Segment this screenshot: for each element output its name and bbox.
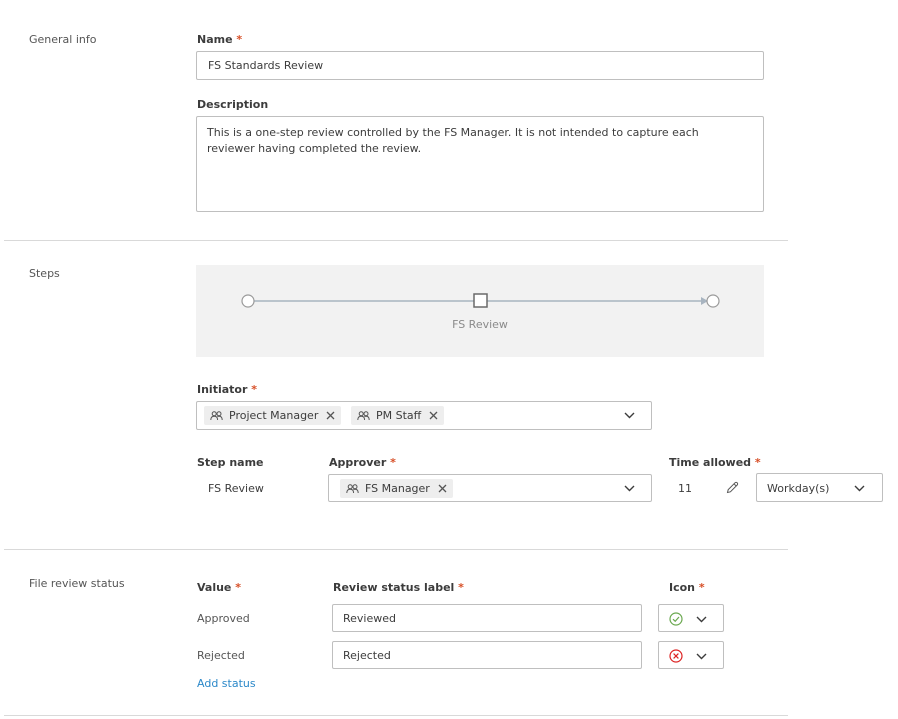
pencil-icon[interactable]	[726, 481, 739, 497]
group-icon	[357, 410, 370, 420]
steps-section-label: Steps	[29, 267, 60, 280]
name-input[interactable]: FS Standards Review	[196, 51, 764, 80]
status-label-input[interactable]: Reviewed	[332, 604, 642, 632]
diagram-step-label: FS Review	[452, 318, 508, 331]
add-status-link[interactable]: Add status	[197, 677, 256, 690]
general-info-section-label: General info	[29, 33, 97, 46]
diagram-end-node	[706, 294, 720, 308]
file-review-status-section-label: File review status	[29, 577, 125, 590]
time-unit-value: Workday(s)	[767, 482, 830, 495]
status-label-value: Rejected	[343, 649, 391, 662]
check-circle-icon	[669, 612, 683, 629]
diagram-start-node	[241, 294, 255, 308]
section-divider	[4, 240, 788, 241]
chevron-down-icon[interactable]	[696, 653, 707, 660]
group-icon	[210, 410, 223, 420]
review-status-label-header: Review status label *	[333, 581, 464, 594]
workflow-diagram-svg	[241, 293, 720, 308]
step-name-value: FS Review	[208, 482, 264, 495]
time-allowed-value: 11	[678, 482, 692, 495]
status-value-rejected: Rejected	[197, 649, 245, 662]
workflow-diagram: FS Review	[196, 265, 764, 357]
name-label: Name *	[197, 33, 243, 46]
value-header: Value *	[197, 581, 242, 594]
remove-chip-icon[interactable]	[326, 411, 335, 420]
initiator-chip: PM Staff	[351, 406, 445, 425]
time-allowed-header: Time allowed *	[669, 456, 761, 469]
chevron-down-icon[interactable]	[624, 485, 635, 492]
x-circle-icon	[669, 649, 683, 666]
name-input-value: FS Standards Review	[208, 59, 324, 72]
icon-header: Icon *	[669, 581, 705, 594]
status-label-input[interactable]: Rejected	[332, 641, 642, 669]
status-label-value: Reviewed	[343, 612, 396, 625]
diagram-step-node[interactable]	[473, 293, 488, 308]
initiator-select[interactable]: Project Manager PM Staff	[196, 401, 652, 430]
initiator-chip-label: Project Manager	[229, 409, 319, 422]
status-icon-select[interactable]	[658, 641, 724, 669]
step-name-header: Step name	[197, 456, 264, 469]
approver-select[interactable]: FS Manager	[328, 474, 652, 502]
description-textarea[interactable]: This is a one-step review controlled by …	[196, 116, 764, 212]
description-value: This is a one-step review controlled by …	[207, 126, 699, 155]
time-unit-select[interactable]: Workday(s)	[756, 473, 883, 502]
initiator-chip-label: PM Staff	[376, 409, 422, 422]
group-icon	[346, 483, 359, 493]
chevron-down-icon[interactable]	[854, 485, 865, 492]
status-icon-select[interactable]	[658, 604, 724, 632]
section-divider	[4, 549, 788, 550]
remove-chip-icon[interactable]	[438, 484, 447, 493]
chevron-down-icon[interactable]	[696, 616, 707, 623]
status-value-approved: Approved	[197, 612, 250, 625]
approver-chip: FS Manager	[340, 479, 453, 498]
chevron-down-icon[interactable]	[624, 412, 635, 419]
approver-header: Approver *	[329, 456, 396, 469]
approver-chip-label: FS Manager	[365, 482, 430, 495]
initiator-chip: Project Manager	[204, 406, 342, 425]
initiator-label: Initiator *	[197, 383, 257, 396]
remove-chip-icon[interactable]	[429, 411, 438, 420]
section-divider	[4, 715, 788, 716]
description-label: Description	[197, 98, 269, 111]
